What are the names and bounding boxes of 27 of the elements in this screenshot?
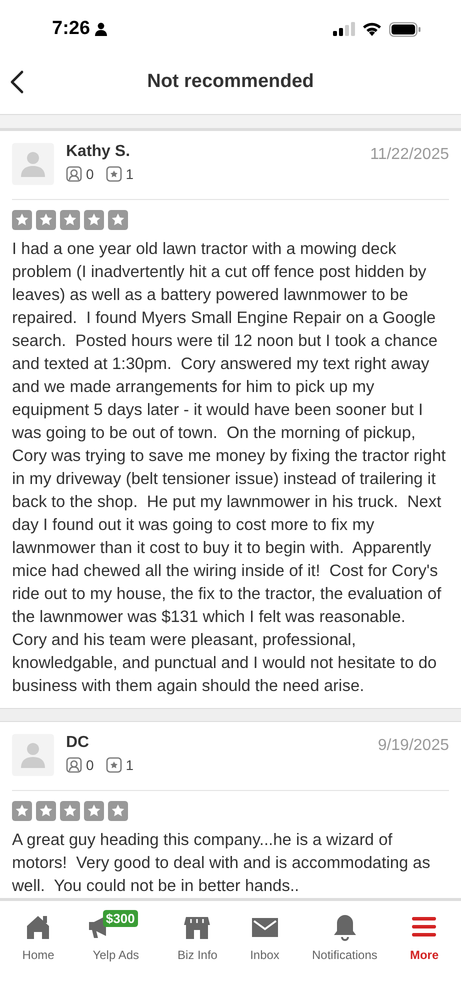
tab-item[interactable]: Biz Info	[175, 907, 220, 969]
page-title: Not recommended	[147, 71, 314, 93]
tab-item[interactable]: Notifications	[310, 907, 380, 969]
friend-count: 0	[86, 757, 94, 773]
person-icon	[94, 22, 108, 36]
review-count: 1	[126, 166, 134, 182]
ad-credit-badge: $300	[102, 910, 138, 927]
reviewer-name[interactable]: Kathy S.	[66, 143, 370, 161]
status-time: 7:26	[52, 18, 90, 40]
review-text: A great guy heading this company...he is a wizard of motors! Very good to deal with and is accommodating as well. You could not be in better hands..	[12, 830, 432, 897]
battery-icon	[389, 22, 421, 36]
tab-item[interactable]: Home	[20, 907, 56, 969]
tab-item[interactable]: Inbox	[248, 907, 282, 969]
review-date: 9/19/2025	[378, 737, 449, 755]
friends-icon	[66, 166, 82, 182]
tab-item[interactable]: More	[408, 907, 441, 969]
signal-icon	[333, 22, 355, 36]
person-icon	[18, 149, 48, 179]
friend-count: 0	[86, 166, 94, 182]
person-icon	[18, 740, 48, 770]
friends-icon	[66, 757, 82, 773]
wifi-icon	[362, 22, 382, 36]
tab-item[interactable]: $300 Yelp Ads	[84, 907, 147, 969]
review-count: 1	[126, 757, 134, 773]
review-text: I had a one year old lawn tractor with a mowing deck problem (I inadvertently hit a cut off fence post hidden by leaves) as well as a battery powered lawnmower to be repaired. I found Myers Small Engine Repair on a Google search. Posted hours were til 12 noon but I took a chance and texted at 1:30pm. Cory answered my text right away and we made arrangements for him to pick up my equipment 5 days later - it would have been sooner but I was going to be out of town. On the morning of pickup, Cory was trying to save me money by fixing the tractor right in my driveway (belt tensioner issue) instead of trailering it back to the shop. He put my lawnmower in his truck. Next day I found out it was going to cost more to fix my lawnmower than it cost to buy it to begin with. Apparently mice had chewed all the wiring inside of it! Cost for Cory's ride out to my house, the fix to the tractor, the evaluation of the lawnmower was $131 which I felt was reasonable. Cory and his team were pleasant, professional, knowledgable, and punctual and I would not hesitate to do business with them again should the need arise.	[12, 239, 447, 697]
review-date: 11/22/2025	[370, 146, 449, 164]
reviewer-name[interactable]: DC	[66, 734, 378, 752]
